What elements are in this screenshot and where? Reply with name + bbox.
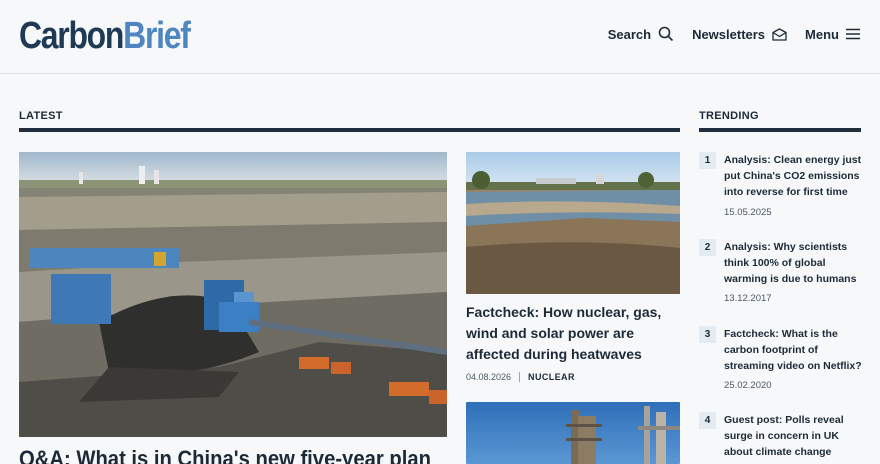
- main-nav: Search Newsletters Menu: [608, 26, 860, 42]
- logo-carbon: Carbon: [19, 15, 124, 57]
- meta-separator: [519, 372, 521, 382]
- trending-number: 4: [699, 412, 716, 429]
- trending-date: 13.12.2017: [724, 293, 772, 304]
- card-meta: 04.08.2026 NUCLEAR: [466, 372, 575, 382]
- card-tag[interactable]: NUCLEAR: [528, 372, 575, 382]
- logo-brief: Brief: [123, 15, 191, 57]
- search-label: Search: [607, 26, 652, 42]
- menu-label: Menu: [805, 26, 839, 42]
- site-header: CarbonBrief Search Newsletters Menu: [0, 0, 880, 74]
- card-date: 04.08.2026: [466, 372, 512, 382]
- feature-title[interactable]: Q&A: What is in China's new five-year pl…: [19, 446, 431, 464]
- newsletters-label: Newsletters: [692, 26, 766, 42]
- trending-title[interactable]: Guest post: Polls reveal surge in concer…: [724, 412, 862, 460]
- trending-item[interactable]: 3 Factcheck: What is the carbon footprin…: [699, 326, 862, 396]
- menu-button[interactable]: Menu: [805, 27, 860, 42]
- search-button[interactable]: Search: [608, 26, 674, 42]
- trending-divider: [699, 128, 861, 132]
- card2-image[interactable]: [466, 402, 680, 464]
- search-icon: [658, 26, 674, 42]
- trending-heading: TRENDING: [699, 110, 759, 122]
- coal-mine-photo: [19, 152, 447, 437]
- trending-title[interactable]: Analysis: Why scientists think 100% of g…: [724, 239, 862, 287]
- card-title[interactable]: Factcheck: How nuclear, gas, wind and so…: [466, 302, 682, 365]
- trending-title[interactable]: Factcheck: What is the carbon footprint …: [724, 326, 862, 374]
- industrial-plant-photo: [466, 402, 680, 464]
- trending-item[interactable]: 2 Analysis: Why scientists think 100% of…: [699, 239, 861, 309]
- trending-item[interactable]: 4 Guest post: Polls reveal surge in conc…: [699, 412, 861, 464]
- trending-number: 3: [699, 326, 716, 343]
- newsletters-button[interactable]: Newsletters: [692, 27, 787, 42]
- trending-number: 2: [699, 239, 716, 256]
- feature-image[interactable]: [19, 152, 447, 437]
- trending-number: 1: [699, 152, 716, 169]
- trending-date: 15.05.2025: [724, 207, 772, 218]
- envelope-icon: [772, 27, 787, 41]
- dry-riverbed-photo: [466, 152, 680, 294]
- latest-divider: [19, 128, 680, 132]
- latest-heading: LATEST: [19, 110, 63, 122]
- trending-item[interactable]: 1 Analysis: Clean energy just put China'…: [699, 152, 861, 222]
- trending-title[interactable]: Analysis: Clean energy just put China's …: [724, 152, 862, 200]
- card-image[interactable]: [466, 152, 680, 294]
- carbonbrief-logo[interactable]: CarbonBrief: [19, 14, 191, 58]
- hamburger-icon: [846, 28, 860, 40]
- trending-date: 25.02.2020: [724, 380, 772, 391]
